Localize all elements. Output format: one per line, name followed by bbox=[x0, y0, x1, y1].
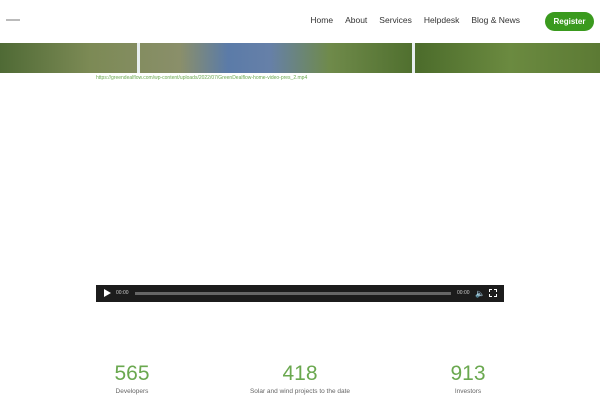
nav-helpdesk[interactable]: Helpdesk bbox=[424, 15, 459, 25]
stat-label: Developers bbox=[115, 388, 149, 395]
stat-label: Solar and wind projects to the date bbox=[249, 388, 351, 395]
current-time: 00:00 bbox=[116, 290, 129, 296]
wind-turbine-image bbox=[412, 43, 415, 73]
nav-services[interactable]: Services bbox=[379, 15, 412, 25]
fullscreen-icon[interactable] bbox=[489, 289, 497, 297]
video-player: 00:00 00:00 🔈 bbox=[96, 285, 504, 302]
progress-slider[interactable] bbox=[135, 292, 451, 295]
main-nav: Home About Services Helpdesk Blog & News bbox=[310, 15, 520, 25]
volume-icon[interactable]: 🔈 bbox=[475, 289, 485, 298]
duration: 00:00 bbox=[457, 290, 470, 296]
play-icon[interactable] bbox=[104, 289, 111, 297]
site-header: Home About Services Helpdesk Blog & News… bbox=[0, 0, 600, 43]
register-button[interactable]: Register bbox=[545, 12, 594, 31]
stat-value: 913 bbox=[450, 362, 486, 385]
stat-value: 565 bbox=[114, 362, 150, 385]
hero-banner-image bbox=[0, 43, 600, 73]
stat-projects: 418 Solar and wind projects to the date bbox=[230, 362, 370, 395]
stat-investors: 913 Investors bbox=[398, 362, 538, 395]
site-logo[interactable] bbox=[6, 19, 20, 21]
stat-value: 418 bbox=[282, 362, 318, 385]
nav-about[interactable]: About bbox=[345, 15, 367, 25]
video-link[interactable]: https://greendealflow.com/wp-content/upl… bbox=[96, 75, 307, 81]
nav-blog-news[interactable]: Blog & News bbox=[471, 15, 520, 25]
stat-label: Investors bbox=[454, 388, 482, 395]
wind-turbine-image bbox=[137, 43, 140, 73]
stat-developers: 565 Developers bbox=[62, 362, 202, 395]
nav-home[interactable]: Home bbox=[310, 15, 333, 25]
